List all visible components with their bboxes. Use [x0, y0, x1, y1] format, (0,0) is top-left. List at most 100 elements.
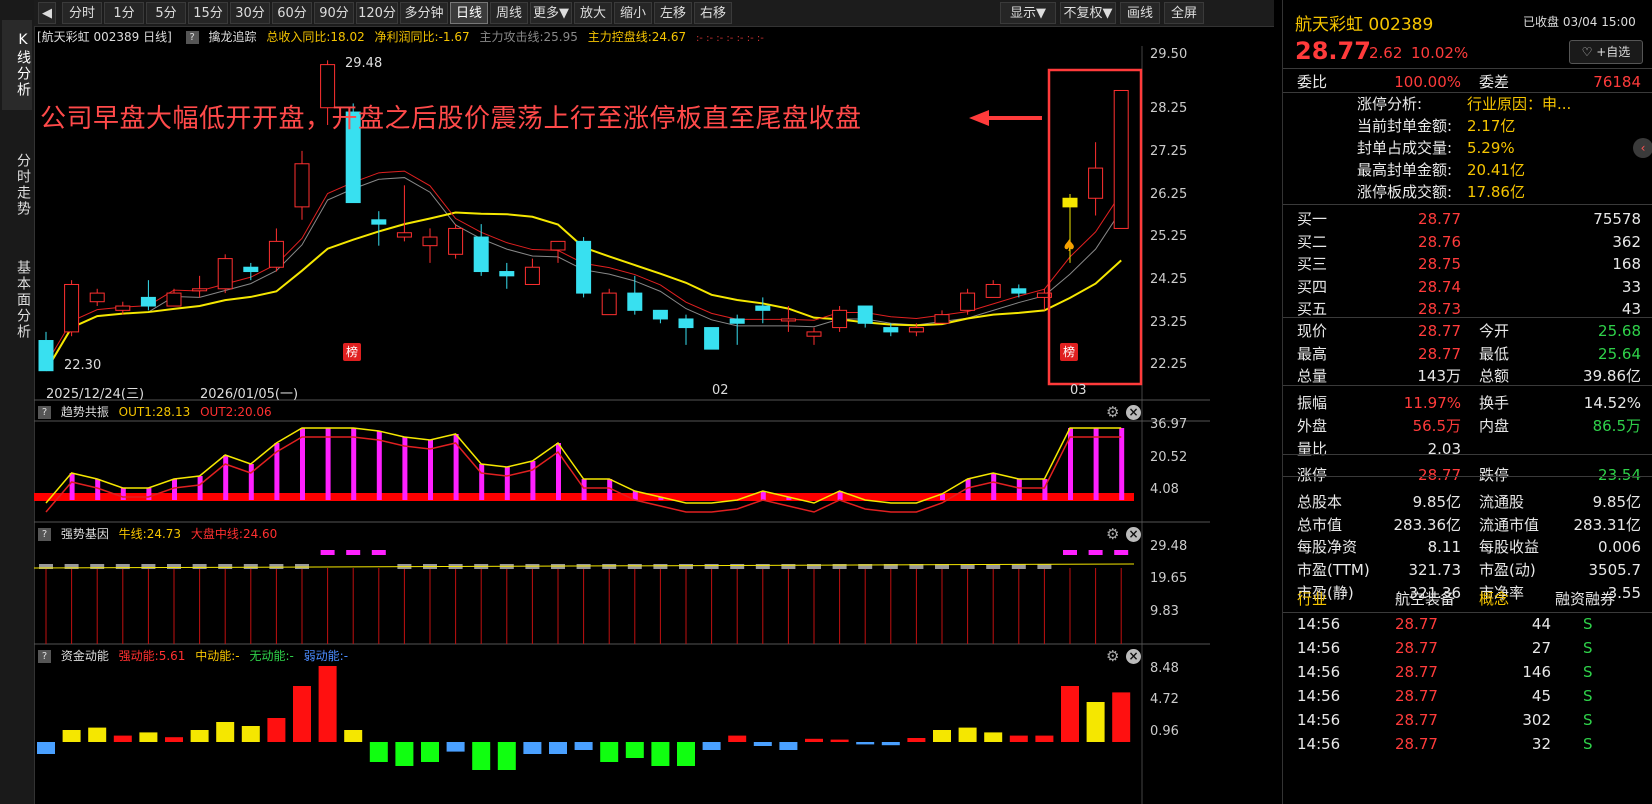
candle-body: [217, 258, 233, 290]
period-button[interactable]: 多分钟: [400, 2, 448, 24]
candle-body: [755, 305, 771, 311]
close-icon[interactable]: ×: [1126, 405, 1141, 420]
panel2-name[interactable]: 趋势共振: [61, 405, 109, 419]
indicator-name[interactable]: 擒龙追踪: [208, 30, 256, 44]
quote-panel: 航天彩虹 002389 已收盘 03/04 15:00 28.77 2.62 1…: [1282, 0, 1652, 804]
label: 市盈(动): [1479, 561, 1536, 579]
money-bar: [830, 739, 849, 742]
close-icon[interactable]: ×: [1126, 527, 1141, 542]
value: 11.97%: [1403, 394, 1461, 413]
tick-row: 14:56 28.77 32 S: [1283, 732, 1652, 756]
label: 最高: [1297, 344, 1328, 363]
gene-box: [218, 564, 233, 569]
money-bar: [497, 742, 516, 770]
tag-link[interactable]: 融资融券: [1555, 588, 1615, 610]
trend-bar: [376, 431, 382, 500]
label: 流通市值: [1479, 515, 1540, 534]
rank-badge[interactable]: 榜: [1060, 343, 1078, 361]
trend-bar: [69, 473, 75, 500]
period-button[interactable]: 周线: [490, 2, 528, 24]
money-bar: [574, 742, 593, 750]
value: 25.68: [1598, 322, 1641, 340]
period-button[interactable]: 1分: [104, 2, 144, 24]
close-icon[interactable]: ×: [1126, 649, 1141, 664]
gene-box: [141, 564, 156, 569]
gene-box: [115, 564, 130, 569]
revenue-yoy: 总收入同比:18.02: [266, 30, 365, 44]
trend-bar: [1093, 428, 1099, 500]
trend-bar: [172, 479, 177, 500]
gene-box: [755, 564, 770, 569]
time: 14:56: [1297, 615, 1341, 633]
toolbar-option-button[interactable]: 全屏: [1164, 2, 1204, 24]
help-icon[interactable]: ?: [38, 528, 51, 541]
trend-bar: [1119, 428, 1125, 500]
help-icon[interactable]: ?: [185, 31, 199, 44]
tick-row: 14:56 28.77 146 S: [1283, 660, 1652, 684]
period-button[interactable]: 更多▼: [530, 2, 572, 24]
panel3-name[interactable]: 强势基因: [61, 527, 109, 541]
value: 3505.7: [1588, 561, 1642, 579]
volume: 27: [1531, 639, 1551, 657]
value: 9.85亿: [1412, 492, 1461, 511]
period-button[interactable]: 右移: [694, 2, 732, 24]
tick-row: 14:56 28.77 45 S: [1283, 684, 1652, 708]
period-button[interactable]: 30分: [230, 2, 270, 24]
rank-badge[interactable]: 榜: [343, 343, 361, 361]
value: 行业原因：申...: [1467, 95, 1572, 113]
gene-box: [627, 564, 642, 569]
candle-body: [115, 305, 131, 311]
gear-icon[interactable]: ⚙: [1106, 647, 1119, 665]
volume: 75578: [1593, 210, 1641, 228]
volume: 362: [1612, 232, 1641, 251]
attack-line: 主力攻击线:25.95: [479, 30, 578, 44]
y-tick: 0.96: [1150, 724, 1179, 739]
panel4-name[interactable]: 资金动能: [61, 649, 109, 663]
chart-canvas[interactable]: [34, 46, 1210, 804]
label: 每股净资: [1297, 538, 1358, 557]
gear-icon[interactable]: ⚙: [1106, 403, 1119, 421]
period-button[interactable]: 放大: [574, 2, 612, 24]
volume: 32: [1531, 735, 1551, 753]
tag-link[interactable]: 概念: [1479, 588, 1509, 610]
toolbar-option-button[interactable]: 不复权▼: [1060, 2, 1116, 24]
help-icon[interactable]: ?: [38, 650, 51, 663]
period-button[interactable]: 15分: [188, 2, 228, 24]
trend-bar: [760, 491, 766, 500]
period-button[interactable]: 120分: [356, 2, 398, 24]
period-button[interactable]: 60分: [272, 2, 312, 24]
trend-bar: [351, 428, 357, 500]
period-button[interactable]: 5分: [146, 2, 186, 24]
tab-fundamentals[interactable]: 基本面分析: [2, 245, 32, 355]
tag-link[interactable]: 航空装备: [1395, 588, 1455, 610]
period-button[interactable]: 缩小: [614, 2, 652, 24]
period-button[interactable]: 日线: [450, 2, 488, 24]
rocket-icon[interactable]: ♠: [1062, 236, 1076, 255]
gene-box: [167, 564, 181, 569]
collapse-left-icon[interactable]: ◀: [38, 2, 56, 24]
y-tick: 36.97: [1150, 417, 1188, 432]
help-icon[interactable]: ?: [38, 406, 51, 419]
gear-icon[interactable]: ⚙: [1106, 525, 1119, 543]
tag-link[interactable]: 行业: [1297, 588, 1327, 610]
trend-bar: [120, 488, 126, 500]
price: 28.77: [1418, 210, 1461, 228]
period-button[interactable]: 左移: [654, 2, 692, 24]
money-bar: [881, 742, 900, 746]
money-bar: [651, 742, 670, 766]
tab-intraday[interactable]: 分时走势: [2, 140, 32, 230]
stat-row: 最高 28.77 最低 25.64: [1283, 343, 1652, 365]
toolbar-option-button[interactable]: 显示▼: [1000, 2, 1056, 24]
tab-kline[interactable]: K线分析: [2, 20, 32, 110]
money-bar: [216, 722, 235, 742]
label: 买一: [1297, 210, 1328, 228]
money-bar: [523, 742, 542, 754]
gene-box: [243, 564, 258, 569]
volume: 45: [1531, 687, 1551, 705]
period-button[interactable]: 90分: [314, 2, 354, 24]
toolbar-option-button[interactable]: 画线: [1120, 2, 1160, 24]
money-bar: [1035, 735, 1054, 742]
period-button[interactable]: 分时: [62, 2, 102, 24]
trend-bar: [530, 461, 536, 500]
add-watchlist-button[interactable]: ♡ +自选: [1569, 40, 1643, 64]
